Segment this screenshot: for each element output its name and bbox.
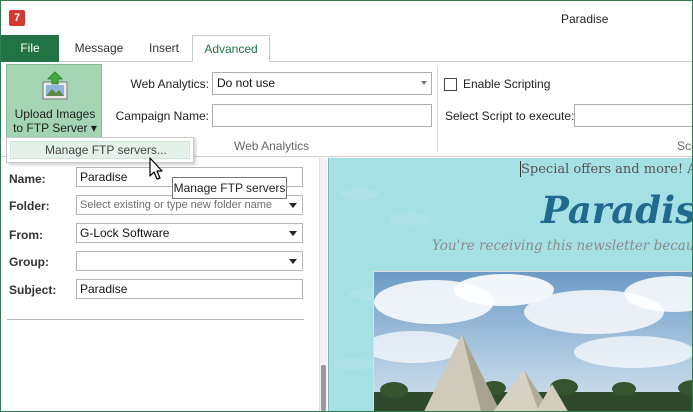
from-value: G-Lock Software	[80, 226, 170, 240]
folder-placeholder: Select existing or type new folder name	[80, 199, 272, 211]
from-select[interactable]: G-Lock Software	[76, 223, 303, 243]
chevron-down-icon	[289, 231, 297, 236]
upload-images-button[interactable]: Upload Images to FTP Server ▾	[6, 64, 102, 138]
chevron-down-icon	[289, 259, 297, 264]
hero-image	[373, 271, 692, 411]
upload-label-line2: to FTP Server ▾	[13, 121, 97, 135]
app-window: 7 Paradise File Message Insert Advanced …	[0, 0, 693, 412]
subject-input[interactable]: Paradise	[76, 279, 303, 299]
special-offers-text: Special offers and more! A ni	[521, 162, 692, 177]
title-bar: 7 Paradise	[1, 1, 692, 35]
tooltip: Manage FTP servers	[172, 177, 287, 199]
upload-button-label: Upload Images to FTP Server ▾	[7, 107, 103, 135]
beach-huts-image	[374, 272, 692, 411]
enable-scripting-checkbox[interactable]	[444, 78, 457, 91]
newsletter-preview[interactable]: Special offers and more! A ni Paradise Y…	[328, 158, 692, 411]
select-script-label: Select Script to execute:	[445, 109, 575, 123]
newsletter-title: Paradise	[541, 188, 692, 232]
campaign-name-input[interactable]	[212, 104, 432, 127]
chevron-down-icon	[421, 81, 427, 85]
folder-label: Folder:	[9, 199, 50, 213]
web-analytics-value: Do not use	[217, 76, 276, 90]
scrollbar-thumb[interactable]	[321, 365, 326, 411]
group-separator	[437, 66, 438, 152]
name-label: Name:	[9, 172, 46, 186]
tab-advanced[interactable]: Advanced	[192, 35, 270, 63]
tab-file[interactable]: File	[1, 35, 59, 62]
web-analytics-group-label: Web Analytics	[234, 139, 310, 153]
background-pattern	[389, 213, 429, 225]
campaign-name-label: Campaign Name:	[115, 109, 209, 123]
upload-image-icon	[42, 71, 68, 100]
group-select[interactable]	[76, 251, 303, 271]
group-label: Group:	[9, 255, 49, 269]
mouse-cursor-icon	[149, 157, 163, 180]
app-icon[interactable]: 7	[9, 10, 25, 26]
select-script-input[interactable]	[574, 104, 692, 127]
background-pattern	[334, 358, 374, 370]
upload-dropdown-menu: Manage FTP servers...	[6, 137, 194, 163]
web-analytics-select[interactable]: Do not use	[212, 72, 432, 95]
enable-scripting-label: Enable Scripting	[463, 77, 551, 91]
chevron-down-icon	[289, 203, 297, 208]
background-pattern	[339, 188, 379, 200]
window-title: Paradise	[561, 12, 609, 26]
newsletter-subtitle: You're receiving this newsletter because	[432, 238, 692, 254]
subject-label: Subject:	[9, 283, 57, 297]
upload-label-line1: Upload Images	[14, 107, 96, 121]
panel-scrollbar[interactable]	[319, 158, 327, 411]
divider	[7, 319, 304, 320]
scripting-group-label: Scr	[677, 139, 692, 153]
tab-insert[interactable]: Insert	[137, 35, 191, 62]
web-analytics-label: Web Analytics:	[130, 77, 209, 91]
from-label: From:	[9, 228, 43, 242]
ribbon-tabs: File Message Insert Advanced	[1, 35, 692, 63]
tab-message[interactable]: Message	[67, 35, 131, 62]
